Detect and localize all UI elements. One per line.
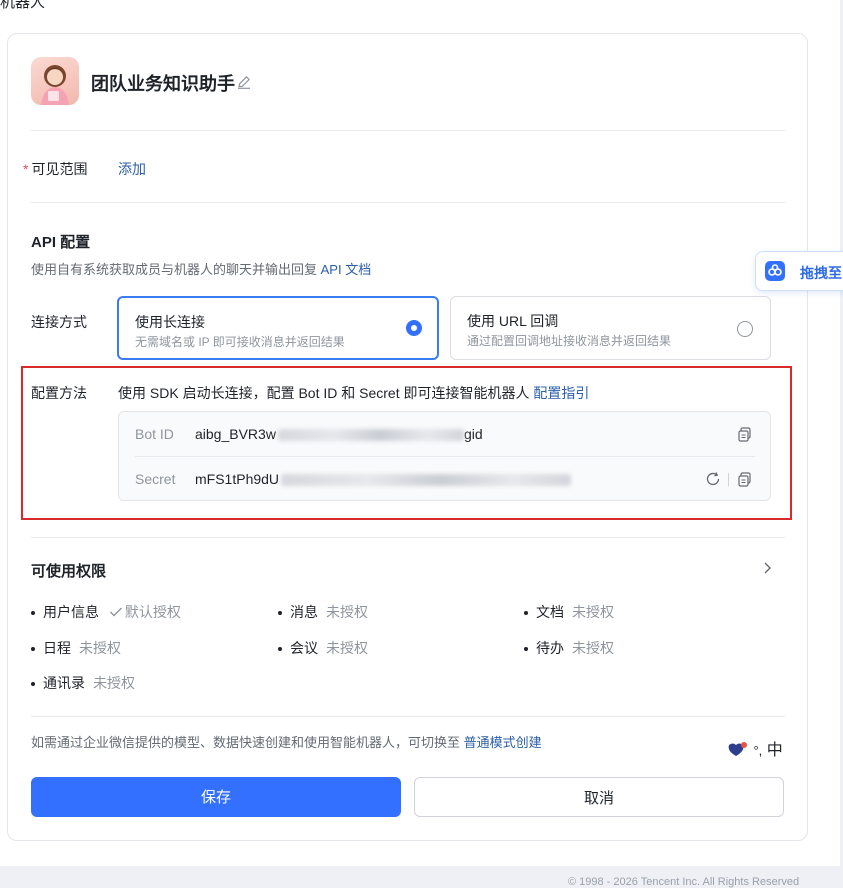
divider — [31, 716, 785, 717]
option-title: 使用长连接 — [135, 314, 205, 330]
ime-indicator[interactable]: °, 中 — [727, 736, 783, 760]
highlight-frame — [21, 366, 792, 520]
permission-calendar: 日程 未授权 — [31, 638, 121, 658]
divider — [31, 202, 785, 203]
permissions-title: 可使用权限 — [31, 563, 107, 580]
permission-todo: 待办 未授权 — [524, 638, 614, 658]
check-icon — [109, 607, 122, 617]
permission-meeting: 会议 未授权 — [278, 638, 368, 658]
api-doc-link[interactable]: API 文档 — [321, 262, 372, 277]
api-config-desc: 使用自有系统获取成员与机器人的聊天并输出回复 API 文档 — [31, 262, 372, 277]
option-url-callback[interactable]: 使用 URL 回调 通过配置回调地址接收消息并返回结果 — [450, 296, 771, 360]
drag-to-tab[interactable]: 拖拽至山 — [755, 251, 843, 291]
copyright-text: © 1998 - 2026 Tencent Inc. All Rights Re… — [568, 876, 800, 888]
api-config-title: API 配置 — [31, 234, 91, 251]
connection-label: 连接方式 — [31, 314, 87, 330]
visibility-label: * 可见范围 — [23, 161, 88, 177]
divider — [31, 130, 785, 131]
radio-selected-icon[interactable] — [406, 320, 422, 336]
bot-name: 团队业务知识助手 — [91, 74, 235, 94]
permission-message: 消息 未授权 — [278, 602, 368, 622]
permission-contacts: 通讯录 未授权 — [31, 673, 135, 693]
ime-logo-icon — [728, 742, 747, 756]
permission-doc: 文档 未授权 — [524, 602, 614, 622]
mode-switch-hint: 如需通过企业微信提供的模型、数据快速创建和使用智能机器人，可切换至 普通模式创建 — [31, 735, 542, 750]
option-subtitle: 无需域名或 IP 即可接收消息并返回结果 — [135, 335, 345, 349]
add-visibility-link[interactable]: 添加 — [118, 159, 146, 179]
switch-normal-mode-link[interactable]: 普通模式创建 — [464, 735, 542, 750]
chevron-right-icon[interactable] — [762, 561, 772, 580]
drag-to-label: 拖拽至山 — [800, 265, 843, 281]
radio-unselected-icon[interactable] — [737, 321, 753, 337]
option-title: 使用 URL 回调 — [467, 313, 559, 329]
cloud-icon — [765, 261, 785, 281]
save-button[interactable]: 保存 — [31, 777, 401, 817]
pencil-icon[interactable] — [236, 74, 252, 90]
bot-avatar — [31, 57, 79, 105]
cancel-button[interactable]: 取消 — [414, 777, 784, 817]
permission-user-info: 用户信息 默认授权 — [31, 602, 181, 622]
required-mark: * — [23, 161, 29, 177]
avatar-illustration-icon — [41, 65, 69, 105]
option-long-connection[interactable]: 使用长连接 无需域名或 IP 即可接收消息并返回结果 — [117, 296, 439, 360]
option-subtitle: 通过配置回调地址接收消息并返回结果 — [467, 334, 672, 348]
divider — [31, 537, 785, 538]
page-title: 机器人 — [0, 0, 46, 11]
